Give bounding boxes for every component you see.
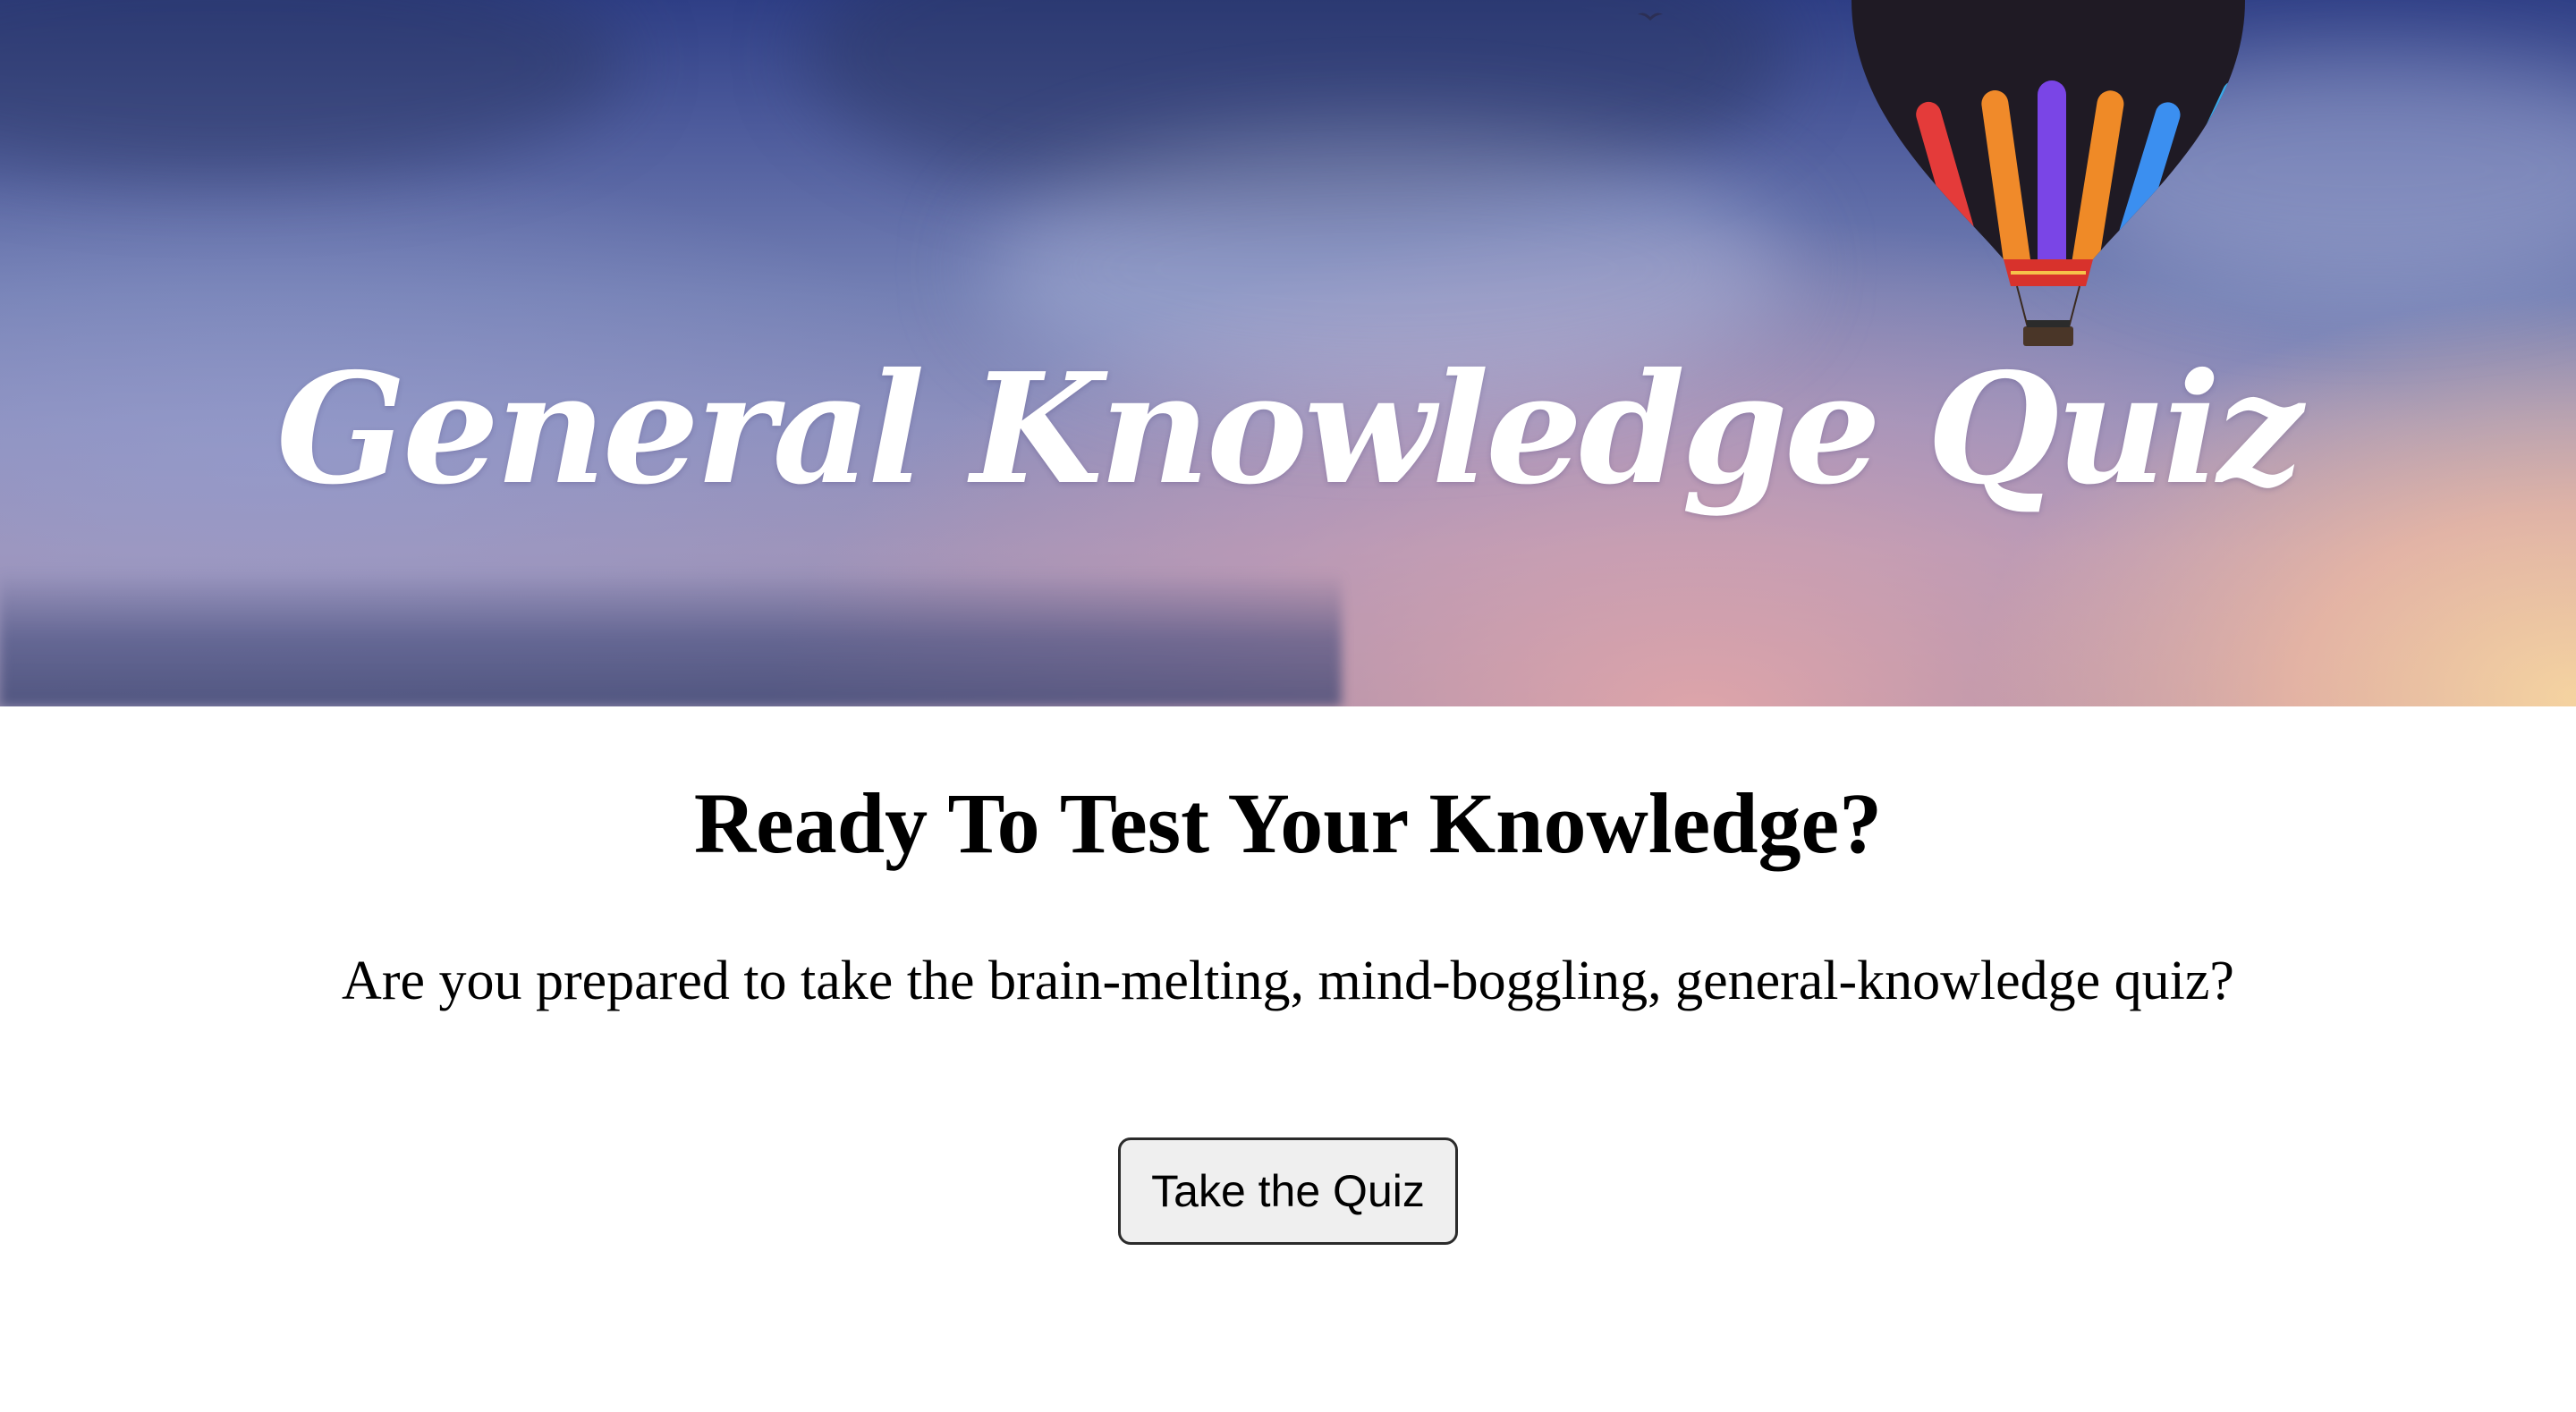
take-quiz-button[interactable]: Take the Quiz (1118, 1137, 1458, 1245)
hero-banner: General Knowledge Quiz (0, 0, 2576, 706)
bird-icon (1638, 13, 1663, 21)
page-heading: Ready To Test Your Knowledge? (693, 775, 1883, 871)
hero-title: General Knowledge Quiz (275, 340, 2303, 519)
quiz-landing-page: General Knowledge Quiz Ready To Test You… (0, 0, 2576, 1412)
hot-air-balloon-icon (1852, 0, 2245, 346)
intro-text: Are you prepared to take the brain-melti… (342, 951, 2234, 1011)
cloud-shape (0, 0, 626, 179)
sea-horizon (0, 572, 1342, 706)
